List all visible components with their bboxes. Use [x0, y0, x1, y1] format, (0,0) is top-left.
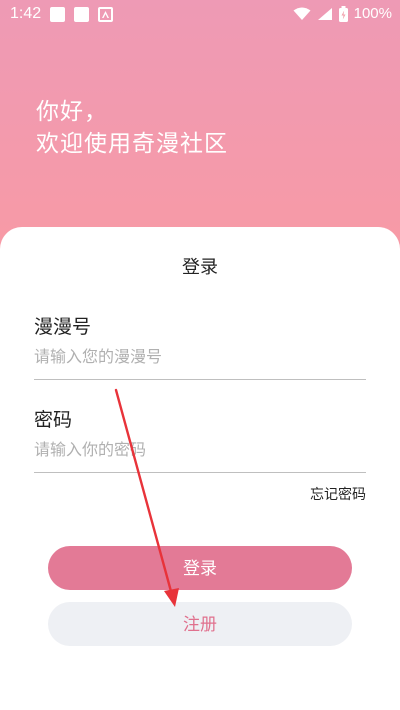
- greeting-line-2: 欢迎使用奇漫社区: [36, 131, 228, 157]
- notification-icon: [98, 7, 113, 22]
- account-underline: [34, 379, 366, 380]
- register-button[interactable]: 注册: [48, 602, 352, 646]
- password-underline: [34, 472, 366, 473]
- status-right-group: 100%: [293, 5, 392, 22]
- password-label: 密码: [34, 409, 73, 431]
- login-card-title: 登录: [182, 257, 218, 278]
- notification-icon: [50, 7, 65, 22]
- password-input[interactable]: [34, 432, 366, 466]
- account-label: 漫漫号: [34, 316, 92, 338]
- wifi-icon: [293, 7, 311, 20]
- notification-icon: [74, 7, 89, 22]
- status-time: 1:42: [10, 5, 42, 22]
- battery-level: 100%: [353, 5, 392, 22]
- status-bar: 1:42 100%: [0, 0, 400, 30]
- welcome-greeting: 你好， 欢迎使用奇漫社区: [36, 96, 228, 160]
- signal-icon: [317, 7, 332, 20]
- greeting-line-1: 你好，: [36, 99, 108, 125]
- battery-icon: [338, 5, 348, 22]
- login-button[interactable]: 登录: [48, 546, 352, 590]
- account-input[interactable]: [34, 339, 366, 373]
- forgot-password-link[interactable]: 忘记密码: [310, 484, 366, 504]
- app-screen: 1:42 100% 你好， 欢迎使用奇漫社区 登录 漫漫号 请输入您的漫漫号 密…: [0, 0, 400, 710]
- login-card: 登录 漫漫号 密码 忘记密码 登录 注册: [0, 227, 400, 710]
